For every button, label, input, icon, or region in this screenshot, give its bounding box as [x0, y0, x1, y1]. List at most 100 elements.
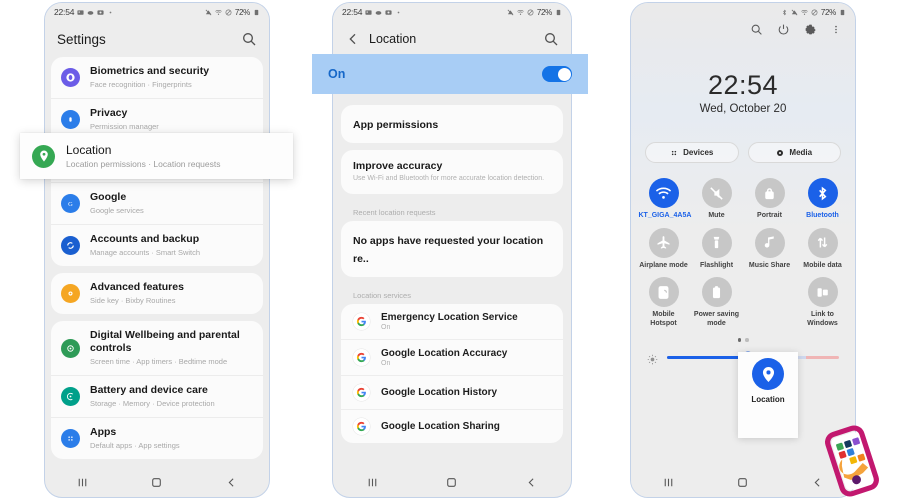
item-subtitle: Screen time · App timers · Bedtime mode [90, 357, 228, 366]
apps-grid-icon [61, 429, 80, 448]
flashlight-icon [701, 227, 732, 258]
bluetooth-icon [807, 178, 838, 208]
tile-flashlight[interactable]: Flashlight [690, 223, 743, 273]
gear-icon[interactable] [804, 23, 817, 36]
recent-requests-empty-row[interactable]: No apps have requested your location re.… [341, 220, 563, 277]
location-highlight-callout[interactable]: Location Location permissions · Location… [20, 133, 293, 179]
item-title: Advanced features [90, 281, 184, 293]
back-icon[interactable] [225, 476, 238, 489]
page-dot[interactable] [745, 338, 749, 342]
settings-group-3: Digital Wellbeing and parental controls … [51, 321, 263, 459]
item-subtitle: Manage accounts · Smart Switch [90, 248, 201, 257]
improve-accuracy-row[interactable]: Improve accuracy Use Wi-Fi and Bluetooth… [341, 150, 563, 194]
tile-label: Airplane mode [639, 261, 688, 269]
recents-icon[interactable] [366, 476, 379, 489]
back-arrow-icon[interactable] [345, 31, 361, 47]
media-button[interactable]: Media [747, 142, 841, 163]
settings-item-advanced-features[interactable]: Advanced features Side key · Bixby Routi… [51, 273, 263, 314]
slider-fill [667, 355, 748, 359]
page-title: Settings [57, 31, 106, 47]
page-title: Location [369, 32, 417, 46]
tile-mobile-data[interactable]: Mobile data [796, 223, 849, 273]
devices-grid-icon [670, 149, 678, 157]
tile-link-to-windows[interactable]: Link to Windows [796, 272, 849, 330]
status-time: 22:54 [342, 7, 363, 17]
tile-wifi[interactable]: KT_GIGA_4A5A [637, 173, 691, 223]
tile-portrait[interactable]: Portrait [743, 173, 796, 223]
media-label: Media [789, 148, 813, 157]
recents-icon[interactable] [662, 476, 675, 489]
tile-label: Portrait [757, 212, 782, 219]
settings-item-apps[interactable]: Apps Default apps · App settings [51, 417, 263, 459]
search-icon[interactable] [750, 23, 763, 36]
callout-subtitle: Location permissions · Location requests [66, 159, 221, 169]
location-services-header: Location services [353, 290, 411, 300]
search-icon[interactable] [543, 31, 559, 47]
location-on-highlight-banner[interactable]: On [312, 54, 588, 94]
service-title: Google Location Accuracy [381, 347, 508, 359]
settings-item-battery-device-care[interactable]: Battery and device care Storage · Memory… [51, 375, 263, 417]
item-title: App permissions [353, 119, 439, 131]
item-title: Apps [90, 426, 117, 438]
service-row-google-location-sharing[interactable]: Google Location Sharing [341, 408, 563, 443]
link-windows-icon [807, 277, 838, 307]
location-tile-highlighted[interactable]: Location [738, 358, 798, 404]
mute-icon [701, 178, 732, 208]
clock-date: Wed, October 20 [699, 103, 787, 115]
settings-list: Biometrics and security Face recognition… [45, 57, 269, 459]
improve-accuracy-card[interactable]: Improve accuracy Use Wi-Fi and Bluetooth… [341, 150, 563, 194]
gallery-icon [385, 9, 392, 16]
tile-mobile-hotspot[interactable]: Mobile Hotspot [637, 272, 690, 330]
google-g-icon [353, 348, 370, 366]
back-icon[interactable] [525, 476, 538, 489]
battery-saver-icon [701, 277, 732, 307]
settings-item-accounts[interactable]: Accounts and backup Manage accounts · Sm… [51, 224, 263, 266]
signal-mute-icon [507, 9, 514, 16]
devices-button[interactable]: Devices [645, 142, 739, 163]
home-icon[interactable] [445, 476, 458, 489]
tile-music-share[interactable]: Music Share [743, 223, 796, 273]
settings-item-digital-wellbeing[interactable]: Digital Wellbeing and parental controls … [51, 321, 263, 375]
tile-bluetooth[interactable]: Bluetooth [796, 173, 849, 223]
status-battery-text: 72% [536, 7, 552, 17]
empty-text: No apps have requested your location re.… [353, 234, 544, 265]
service-title: Google Location History [381, 386, 498, 398]
item-subtitle: Default apps · App settings [90, 441, 180, 450]
app-permissions-row[interactable]: App permissions [341, 105, 563, 143]
media-circle-icon [776, 149, 784, 157]
svg-text:G: G [68, 201, 73, 208]
settings-group-2: Advanced features Side key · Bixby Routi… [51, 273, 263, 314]
location-toggle-switch[interactable] [542, 66, 572, 82]
power-icon[interactable] [777, 23, 790, 36]
battery-icon [555, 9, 562, 16]
service-row-emergency-location-service[interactable]: Emergency Location Service On [341, 304, 563, 339]
home-icon[interactable] [736, 476, 749, 489]
search-icon[interactable] [241, 31, 257, 47]
status-bar-right: 72% [205, 8, 260, 17]
item-subtitle: Google services [90, 206, 144, 215]
service-subtitle: On [381, 359, 391, 367]
more-vertical-icon[interactable] [831, 23, 841, 36]
gallery-icon [97, 9, 104, 16]
settings-item-google[interactable]: G Google Google services [51, 182, 263, 224]
tile-mute[interactable]: Mute [690, 173, 743, 223]
service-row-google-location-accuracy[interactable]: Google Location Accuracy On [341, 338, 563, 375]
service-title: Google Location Sharing [381, 420, 500, 432]
cloud-icon [375, 9, 382, 16]
home-icon[interactable] [150, 476, 163, 489]
image-icon [365, 9, 372, 16]
battery-icon [253, 9, 260, 16]
service-row-google-location-history[interactable]: Google Location History [341, 374, 563, 409]
tile-power-saving-mode[interactable]: Power saving mode [690, 272, 743, 330]
recent-requests-header: Recent location requests [353, 207, 436, 217]
settings-item-biometrics[interactable]: Biometrics and security Face recognition… [51, 57, 263, 98]
recents-icon[interactable] [76, 476, 89, 489]
tile-airplane-mode[interactable]: Airplane mode [637, 223, 690, 273]
google-g-icon [353, 417, 370, 435]
wifi-icon [517, 9, 524, 16]
sync-icon [61, 236, 80, 255]
wifi-icon [801, 9, 808, 16]
status-bar: 22:54 72% [333, 3, 571, 21]
app-permissions-card[interactable]: App permissions [341, 105, 563, 143]
page-dot-active[interactable] [737, 338, 741, 342]
